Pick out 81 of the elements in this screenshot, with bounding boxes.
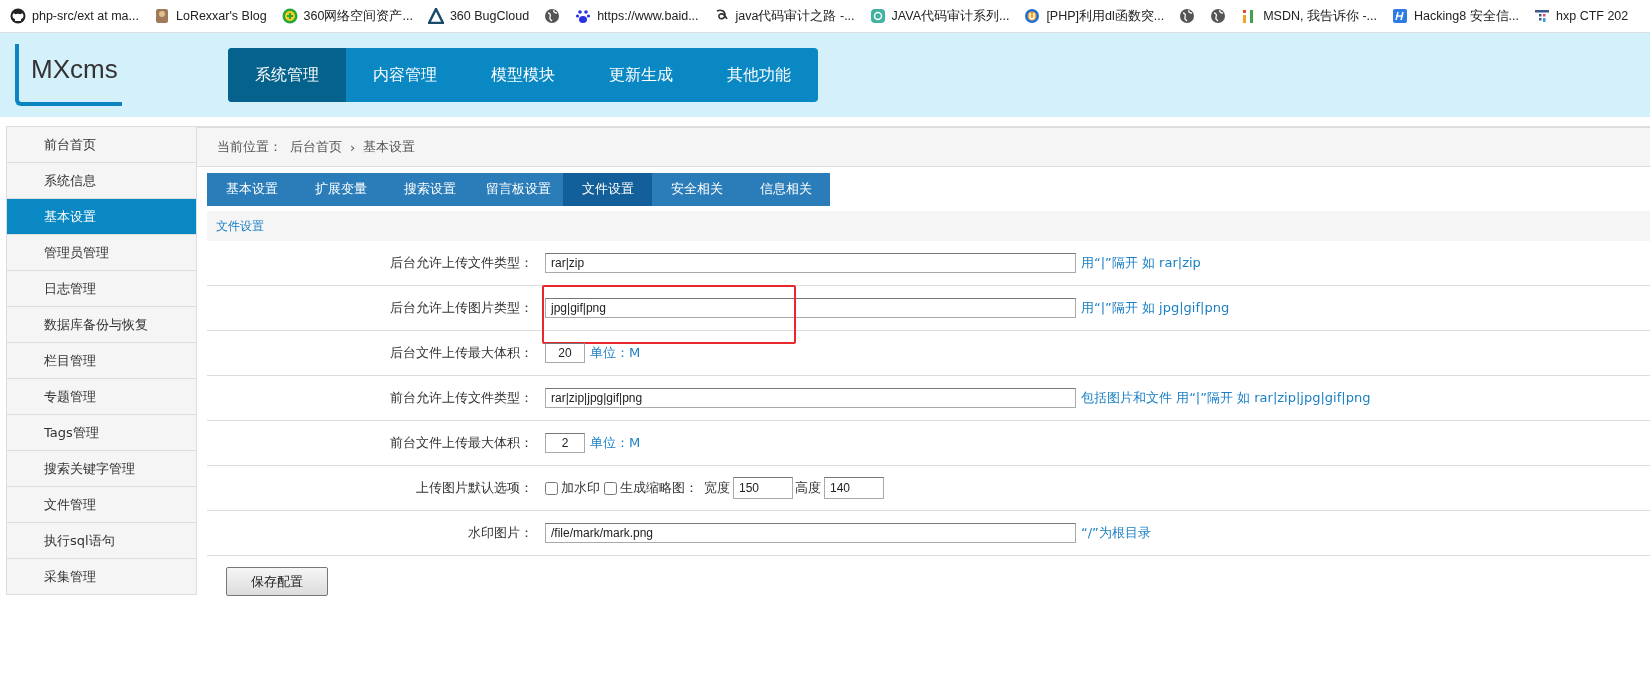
sidebar-item[interactable]: 采集管理 xyxy=(7,558,196,594)
grid-icon[interactable] xyxy=(1534,8,1550,24)
settings-tab[interactable]: 搜索设置 xyxy=(385,173,474,206)
field-hint: 包括图片和文件 用“|”隔开 如 rar|zip|jpg|gif|png xyxy=(1081,389,1371,407)
field-label: 前台允许上传文件类型： xyxy=(389,389,534,407)
menu-tab[interactable]: 内容管理 xyxy=(345,48,464,102)
field-hint: “/”为根目录 xyxy=(1081,524,1151,542)
field-label: 前台文件上传最大体积： xyxy=(389,434,534,452)
field-hint: 用“|”隔开 如 jpg|gif|png xyxy=(1081,299,1230,317)
figure-icon[interactable] xyxy=(154,8,170,24)
settings-tab[interactable]: 留言板设置 xyxy=(474,173,563,206)
input-field[interactable]: 20 xyxy=(545,343,585,363)
checkbox[interactable] xyxy=(604,481,617,495)
input-field[interactable]: 2 xyxy=(545,433,585,453)
input-field[interactable]: rar|zip xyxy=(545,253,1076,273)
settings-tab[interactable]: 基本设置 xyxy=(207,173,296,206)
menu-tab[interactable]: 更新生成 xyxy=(581,48,700,102)
bookmark-link[interactable]: LoRexxar's Blog xyxy=(176,9,267,23)
settings-tab[interactable]: 安全相关 xyxy=(652,173,741,206)
tile-icon[interactable] xyxy=(869,8,886,24)
bookmark-link[interactable]: MSDN, 我告诉你 -... xyxy=(1263,7,1377,25)
bookmark-link[interactable]: [PHP]利用dl函数突... xyxy=(1046,7,1165,25)
breadcrumb-label: 当前位置： xyxy=(217,138,282,156)
ring-icon[interactable] xyxy=(1024,8,1041,24)
breadcrumb-separator: › xyxy=(350,139,356,155)
sidebar-item[interactable]: 数据库备份与恢复 xyxy=(7,306,196,342)
sidebar-item[interactable]: 日志管理 xyxy=(7,270,196,306)
menu-tab[interactable]: 模型模块 xyxy=(463,48,582,102)
checkbox-label: 生成缩略图： xyxy=(620,479,698,497)
input-field[interactable]: 150 xyxy=(733,477,793,499)
logo: MXcms xyxy=(15,44,122,106)
bookmark-link[interactable]: 360网络空间资产... xyxy=(303,7,413,25)
sidebar-item[interactable]: Tags管理 xyxy=(7,414,196,450)
globe-icon[interactable] xyxy=(544,8,561,24)
globe-icon[interactable] xyxy=(1210,8,1227,24)
sidebar-item[interactable]: 执行sql语句 xyxy=(7,522,196,558)
sidebar-item[interactable]: 系统信息 xyxy=(7,162,196,198)
field-label: 后台允许上传图片类型： xyxy=(389,299,534,317)
field-label: 高度 xyxy=(795,479,821,497)
globe-icon[interactable] xyxy=(1179,8,1196,24)
settings-tab[interactable]: 信息相关 xyxy=(741,173,830,206)
input-field[interactable]: rar|zip|jpg|gif|png xyxy=(545,388,1076,408)
sidebar-item[interactable]: 基本设置 xyxy=(7,198,196,234)
settings-tab[interactable]: 文件设置 xyxy=(563,173,652,206)
menu-tab[interactable]: 其他功能 xyxy=(699,48,818,102)
save-button[interactable]: 保存配置 xyxy=(226,567,328,596)
settings-tab[interactable]: 扩展变量 xyxy=(296,173,385,206)
field-hint: 单位：M xyxy=(590,344,641,362)
menu-tab[interactable]: 系统管理 xyxy=(227,48,346,102)
sidebar-item[interactable]: 搜索关键字管理 xyxy=(7,450,196,486)
field-hint: 用“|”隔开 如 rar|zip xyxy=(1081,254,1201,272)
breadcrumb-item[interactable]: 后台首页 xyxy=(290,138,342,156)
breadcrumb-item[interactable]: 基本设置 xyxy=(363,138,416,156)
section-title: 文件设置 xyxy=(207,211,1650,241)
bookmark-link[interactable]: 360 BugCloud xyxy=(449,9,530,23)
field-label: 宽度 xyxy=(704,479,730,497)
bookmark-link[interactable]: php-src/ext at ma... xyxy=(32,9,139,23)
triangle-icon[interactable] xyxy=(427,8,444,24)
sidebar-item[interactable]: 文件管理 xyxy=(7,486,196,522)
field-label: 后台文件上传最大体积： xyxy=(389,344,534,362)
checkbox-label: 加水印 xyxy=(561,479,600,497)
sidebar-item[interactable]: 管理员管理 xyxy=(7,234,196,270)
sidebar-item[interactable]: 专题管理 xyxy=(7,378,196,414)
letter-icon[interactable] xyxy=(1392,8,1408,24)
sidebar-item[interactable]: 栏目管理 xyxy=(7,342,196,378)
input-field[interactable]: /file/mark/mark.png xyxy=(545,523,1076,543)
field-label: 后台允许上传文件类型： xyxy=(389,254,534,272)
checkbox[interactable] xyxy=(545,481,558,495)
bookmark-link[interactable]: Hacking8 安全信... xyxy=(1414,7,1519,25)
bookmark-link[interactable]: hxp CTF 202 xyxy=(1556,9,1629,23)
field-hint: 单位：M xyxy=(590,434,641,452)
input-field[interactable]: jpg|gif|png xyxy=(545,298,1076,318)
bookmark-link[interactable]: JAVA代码审计系列... xyxy=(891,7,1010,25)
bookmark-link[interactable]: https://www.baid... xyxy=(597,9,699,23)
plus-icon[interactable] xyxy=(281,8,298,24)
sidebar-item[interactable]: 前台首页 xyxy=(7,126,196,162)
paw-icon[interactable] xyxy=(575,8,592,24)
field-label: 上传图片默认选项： xyxy=(415,479,534,497)
field-label: 水印图片： xyxy=(467,524,534,542)
bookmark-link[interactable]: java代码审计之路 -... xyxy=(735,7,855,25)
input-field[interactable]: 140 xyxy=(824,477,884,499)
